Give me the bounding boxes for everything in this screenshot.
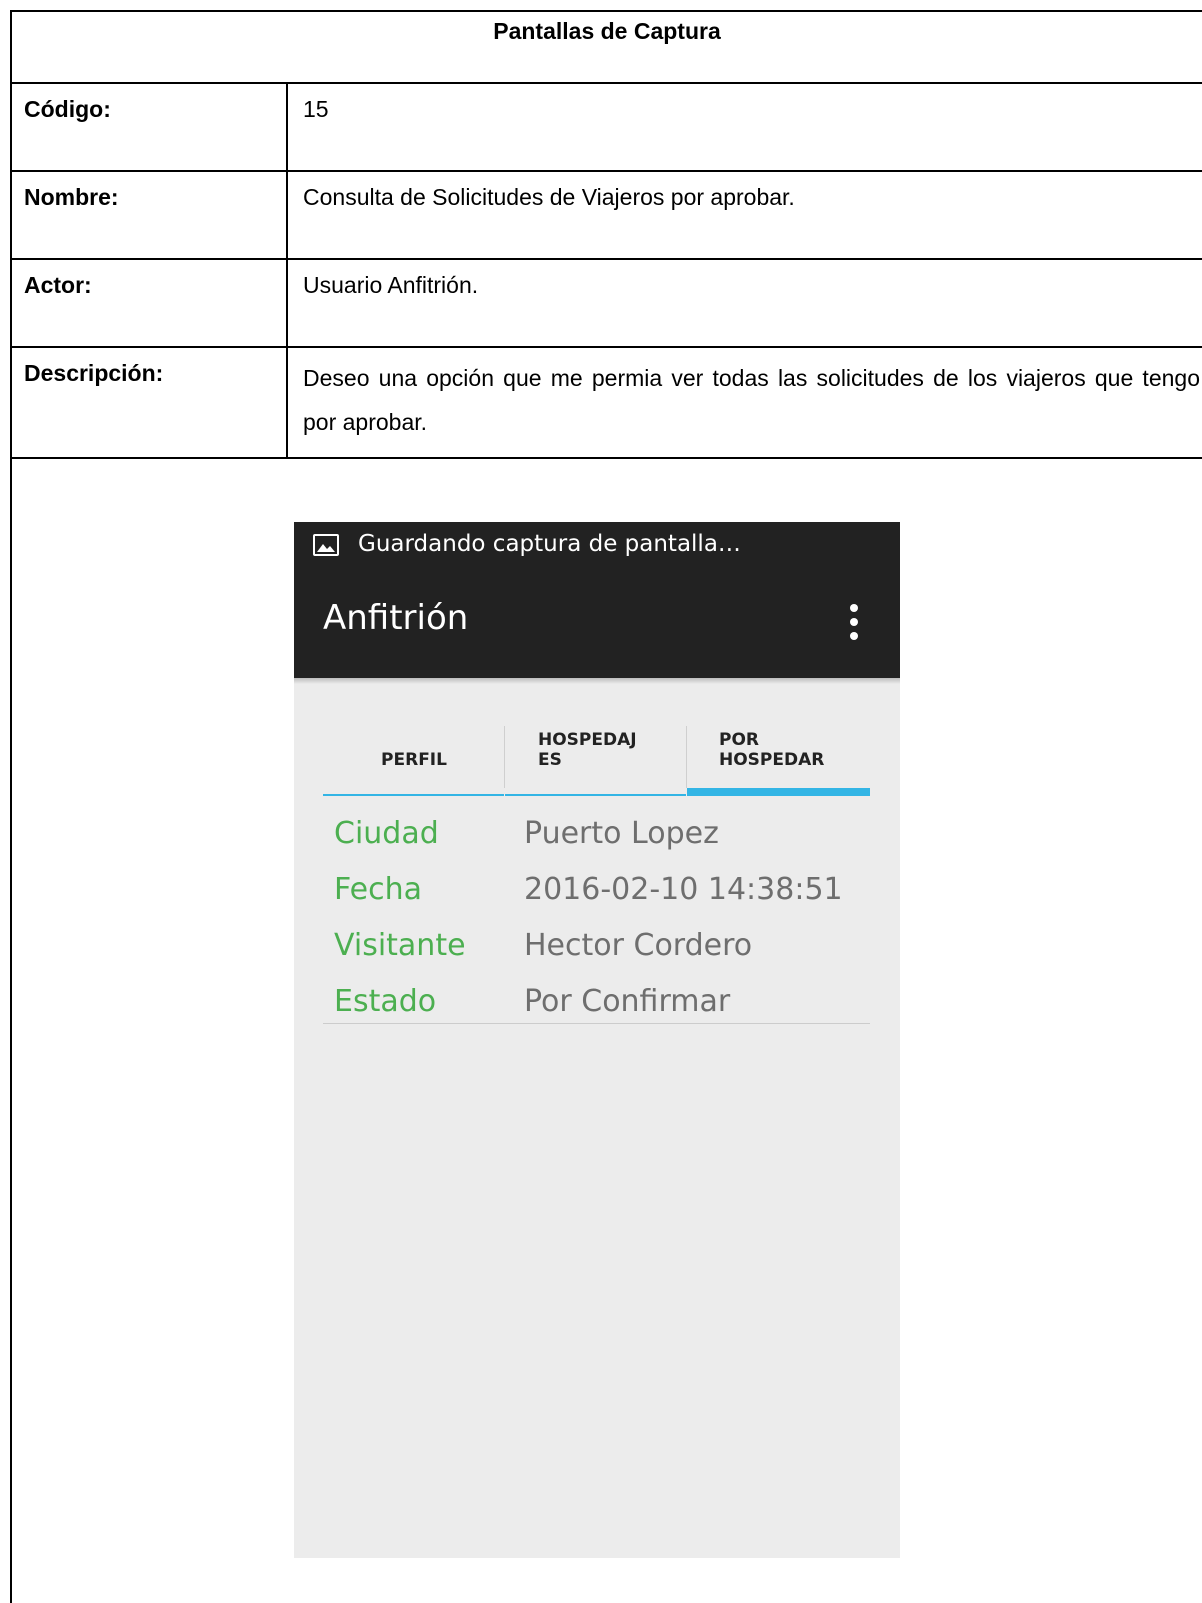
detail-row-date: Fecha 2016-02-10 14:38:51 — [323, 866, 870, 922]
detail-row-status: Estado Por Confirmar — [323, 978, 870, 1034]
name-value-cell: Consulta de Solicitudes de Viajeros por … — [288, 172, 1202, 258]
description-value-cell: Deseo una opción que me permia ver todas… — [288, 348, 1202, 457]
action-bar-shadow — [294, 678, 900, 684]
table-row-actor: Actor: Usuario Anfitrión. — [12, 260, 1202, 348]
tab-perfil-underline — [323, 794, 504, 796]
detail-row-visitor: Visitante Hector Cordero — [323, 922, 870, 978]
status-label: Estado — [334, 984, 437, 1019]
status-value: Por Confirmar — [524, 984, 731, 1019]
tab-hospedajes[interactable]: HOSPEDAJ ES — [505, 718, 687, 796]
tab-hospedajes-label: HOSPEDAJ ES — [538, 730, 637, 770]
visitor-label: Visitante — [334, 928, 466, 963]
description-label-cell: Descripción: — [12, 348, 288, 457]
code-label: Código: — [24, 96, 111, 122]
status-notification-text: Guardando captura de pantalla… — [358, 531, 741, 557]
description-value: Deseo una opción que me permia ver todas… — [303, 365, 1200, 435]
tab-por-hospedar[interactable]: POR HOSPEDAR — [687, 718, 870, 796]
city-value: Puerto Lopez — [524, 816, 719, 851]
tab-divider — [504, 726, 505, 788]
tab-hospedajes-underline — [505, 794, 686, 796]
visitor-value: Hector Cordero — [524, 928, 753, 963]
description-label: Descripción: — [24, 360, 164, 386]
actor-label-cell: Actor: — [12, 260, 288, 346]
name-value: Consulta de Solicitudes de Viajeros por … — [303, 184, 795, 210]
tab-perfil[interactable]: PERFIL — [323, 718, 505, 796]
table-row-description: Descripción: Deseo una opción que me per… — [12, 348, 1202, 459]
city-label: Ciudad — [334, 816, 439, 851]
overflow-menu-icon[interactable] — [842, 604, 866, 648]
actor-value-cell: Usuario Anfitrión. — [288, 260, 1202, 346]
code-label-cell: Código: — [12, 84, 288, 170]
actor-label: Actor: — [24, 272, 92, 298]
tab-por-hospedar-label: POR HOSPEDAR — [719, 730, 825, 770]
name-label-cell: Nombre: — [12, 172, 288, 258]
detail-row-city: Ciudad Puerto Lopez — [323, 810, 870, 866]
tab-bar: PERFIL HOSPEDAJ ES POR HOSPEDAR — [323, 718, 870, 796]
app-title: Anfitrión — [323, 598, 469, 638]
status-bar: Guardando captura de pantalla… — [294, 522, 900, 574]
name-label: Nombre: — [24, 184, 119, 210]
table-row-code: Código: 15 — [12, 84, 1202, 172]
tab-divider — [686, 726, 687, 788]
code-value: 15 — [303, 96, 329, 122]
code-value-cell: 15 — [288, 84, 1202, 170]
table-title-row: Pantallas de Captura — [12, 12, 1202, 84]
tab-por-hospedar-selected-indicator — [687, 788, 870, 796]
phone-screenshot: Guardando captura de pantalla… Anfitrión… — [294, 522, 900, 1558]
date-value: 2016-02-10 14:38:51 — [524, 872, 843, 907]
list-divider — [323, 1023, 870, 1024]
date-label: Fecha — [334, 872, 422, 907]
action-bar: Anfitrión — [294, 574, 900, 678]
table-title: Pantallas de Captura — [493, 18, 721, 44]
actor-value: Usuario Anfitrión. — [303, 272, 479, 298]
table-row-name: Nombre: Consulta de Solicitudes de Viaje… — [12, 172, 1202, 260]
tab-perfil-label: PERFIL — [381, 750, 447, 770]
image-icon — [313, 534, 339, 556]
